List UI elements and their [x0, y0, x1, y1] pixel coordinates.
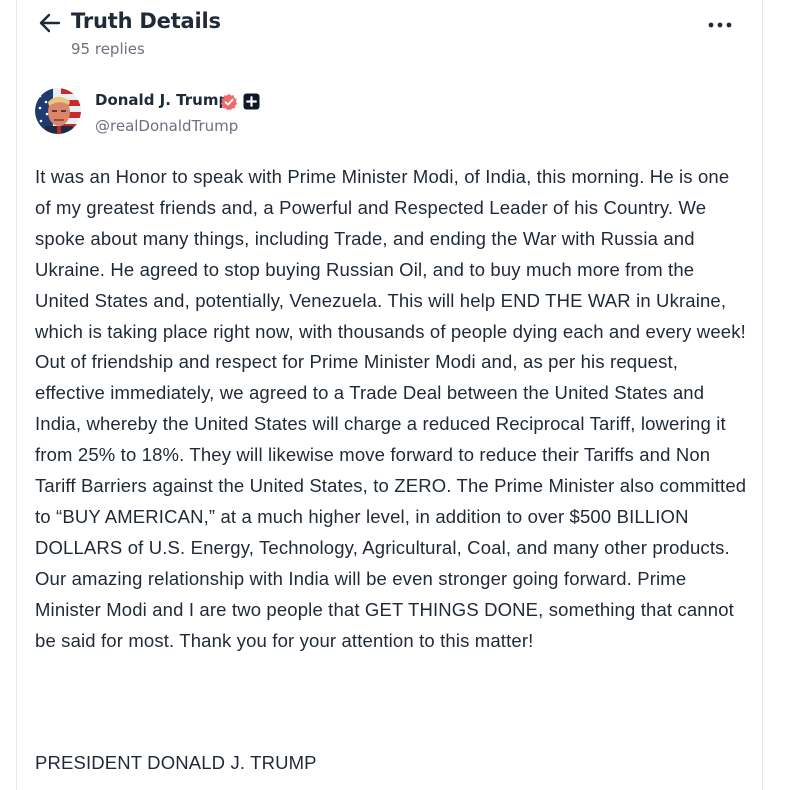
avatar-image — [35, 88, 81, 134]
verified-badge-icon — [220, 93, 238, 111]
arrow-left-icon — [39, 13, 61, 33]
author-handle[interactable]: @realDonaldTrump — [95, 117, 238, 135]
author-name[interactable]: Donald J. Trump — [95, 91, 229, 109]
header: Truth Details 95 replies — [17, 0, 762, 70]
more-horizontal-icon — [708, 22, 732, 28]
more-options-button[interactable] — [707, 14, 733, 36]
back-button[interactable] — [37, 11, 63, 35]
post-body: It was an Honor to speak with Prime Mini… — [35, 166, 752, 651]
plus-badge-icon — [243, 93, 260, 110]
truth-details-card: Truth Details 95 replies Donald J. Trump… — [16, 0, 763, 790]
post-signature: PRESIDENT DONALD J. TRUMP — [35, 752, 317, 773]
reply-count: 95 replies — [71, 40, 145, 58]
page-title: Truth Details — [71, 9, 221, 33]
author-block: Donald J. Trump @realDonaldTrump — [35, 88, 635, 138]
avatar[interactable] — [35, 88, 81, 134]
